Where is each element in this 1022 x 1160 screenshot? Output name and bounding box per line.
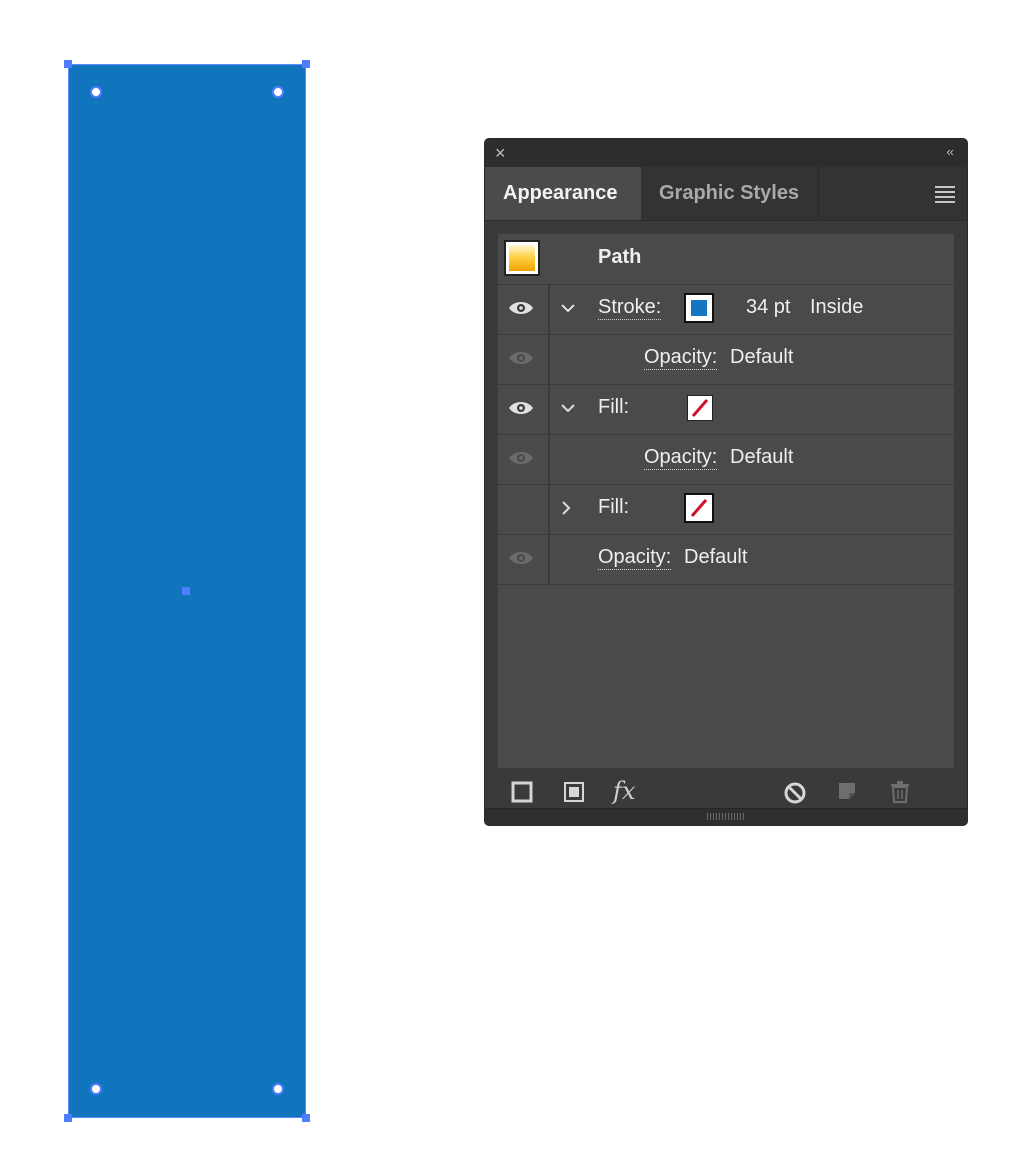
eye-icon[interactable] [508, 549, 534, 567]
stroke-align: Inside [810, 296, 864, 318]
object-thumbnail [504, 240, 540, 276]
corner-widget-bottom-left[interactable] [90, 1083, 102, 1095]
corner-widget-top-right[interactable] [272, 86, 284, 98]
appearance-panel: × ‹‹ Appearance Graphic Styles Path Stro… [484, 138, 968, 826]
collapse-panel-icon[interactable]: ‹‹ [946, 144, 954, 159]
chevron-down-icon[interactable] [560, 400, 576, 416]
panel-resize-grip[interactable] [485, 808, 967, 825]
stroke-row[interactable]: Stroke: 34 pt Inside [498, 284, 954, 335]
bounding-handle-bottom-right[interactable] [302, 1114, 310, 1122]
tab-graphic-styles[interactable]: Graphic Styles [641, 167, 819, 220]
appearance-list: Path Stroke: 34 pt Inside Opacity: Defau… [497, 233, 955, 769]
bounding-handle-top-right[interactable] [302, 60, 310, 68]
chevron-down-icon[interactable] [560, 300, 576, 316]
panel-menu-icon[interactable] [935, 186, 955, 206]
fill-row[interactable]: Fill: [498, 384, 954, 435]
corner-widget-bottom-right[interactable] [272, 1083, 284, 1095]
visibility-toggle[interactable] [498, 284, 550, 334]
visibility-toggle[interactable] [498, 534, 550, 584]
panel-footer: fx [485, 775, 967, 809]
eye-icon[interactable] [508, 299, 534, 317]
fill-none-swatch[interactable] [684, 493, 714, 523]
visibility-toggle[interactable] [498, 384, 550, 434]
fill-opacity-row[interactable]: Opacity: Default [498, 434, 954, 485]
opacity-value: Default [730, 346, 794, 368]
fx-icon[interactable]: fx [613, 777, 635, 805]
stroke-weight[interactable]: 34 pt [746, 296, 790, 319]
panel-tabs: Appearance Graphic Styles [485, 167, 967, 221]
fill-none-swatch[interactable] [687, 395, 713, 421]
none-slash-icon [690, 499, 708, 517]
object-title: Path [598, 246, 642, 268]
bounding-handle-bottom-left[interactable] [64, 1114, 72, 1122]
none-slash-icon [691, 399, 709, 417]
stroke-color-swatch[interactable] [684, 293, 714, 323]
close-icon[interactable]: × [495, 143, 506, 163]
visibility-toggle[interactable] [498, 484, 550, 534]
bounding-handle-top-left[interactable] [64, 60, 72, 68]
panel-titlebar[interactable]: × ‹‹ [485, 139, 967, 167]
add-fill-icon[interactable] [563, 781, 585, 803]
delete-item-icon[interactable] [889, 781, 911, 803]
opacity-label[interactable]: Opacity: [644, 446, 718, 470]
chevron-right-icon[interactable] [558, 500, 574, 516]
add-stroke-icon[interactable] [511, 781, 533, 803]
stroke-label[interactable]: Stroke: [598, 296, 662, 320]
corner-widget-top-left[interactable] [90, 86, 102, 98]
opacity-label[interactable]: Opacity: [644, 346, 718, 370]
fill-label[interactable]: Fill: [598, 496, 629, 519]
tab-appearance[interactable]: Appearance [485, 167, 641, 220]
visibility-toggle[interactable] [498, 434, 550, 484]
stroke-opacity-row[interactable]: Opacity: Default [498, 334, 954, 385]
duplicate-item-icon[interactable] [837, 781, 859, 803]
fill-label[interactable]: Fill: [598, 396, 629, 419]
opacity-value: Default [684, 546, 748, 568]
eye-icon[interactable] [508, 399, 534, 417]
fill-row-collapsed[interactable]: Fill: [498, 484, 954, 535]
object-opacity-row[interactable]: Opacity: Default [498, 534, 954, 585]
visibility-toggle[interactable] [498, 334, 550, 384]
eye-icon[interactable] [508, 349, 534, 367]
clear-appearance-icon[interactable] [783, 781, 807, 805]
opacity-value: Default [730, 446, 794, 468]
center-point [182, 587, 190, 595]
eye-icon[interactable] [508, 449, 534, 467]
object-header-row[interactable]: Path [498, 234, 954, 285]
opacity-label[interactable]: Opacity: [598, 546, 672, 570]
